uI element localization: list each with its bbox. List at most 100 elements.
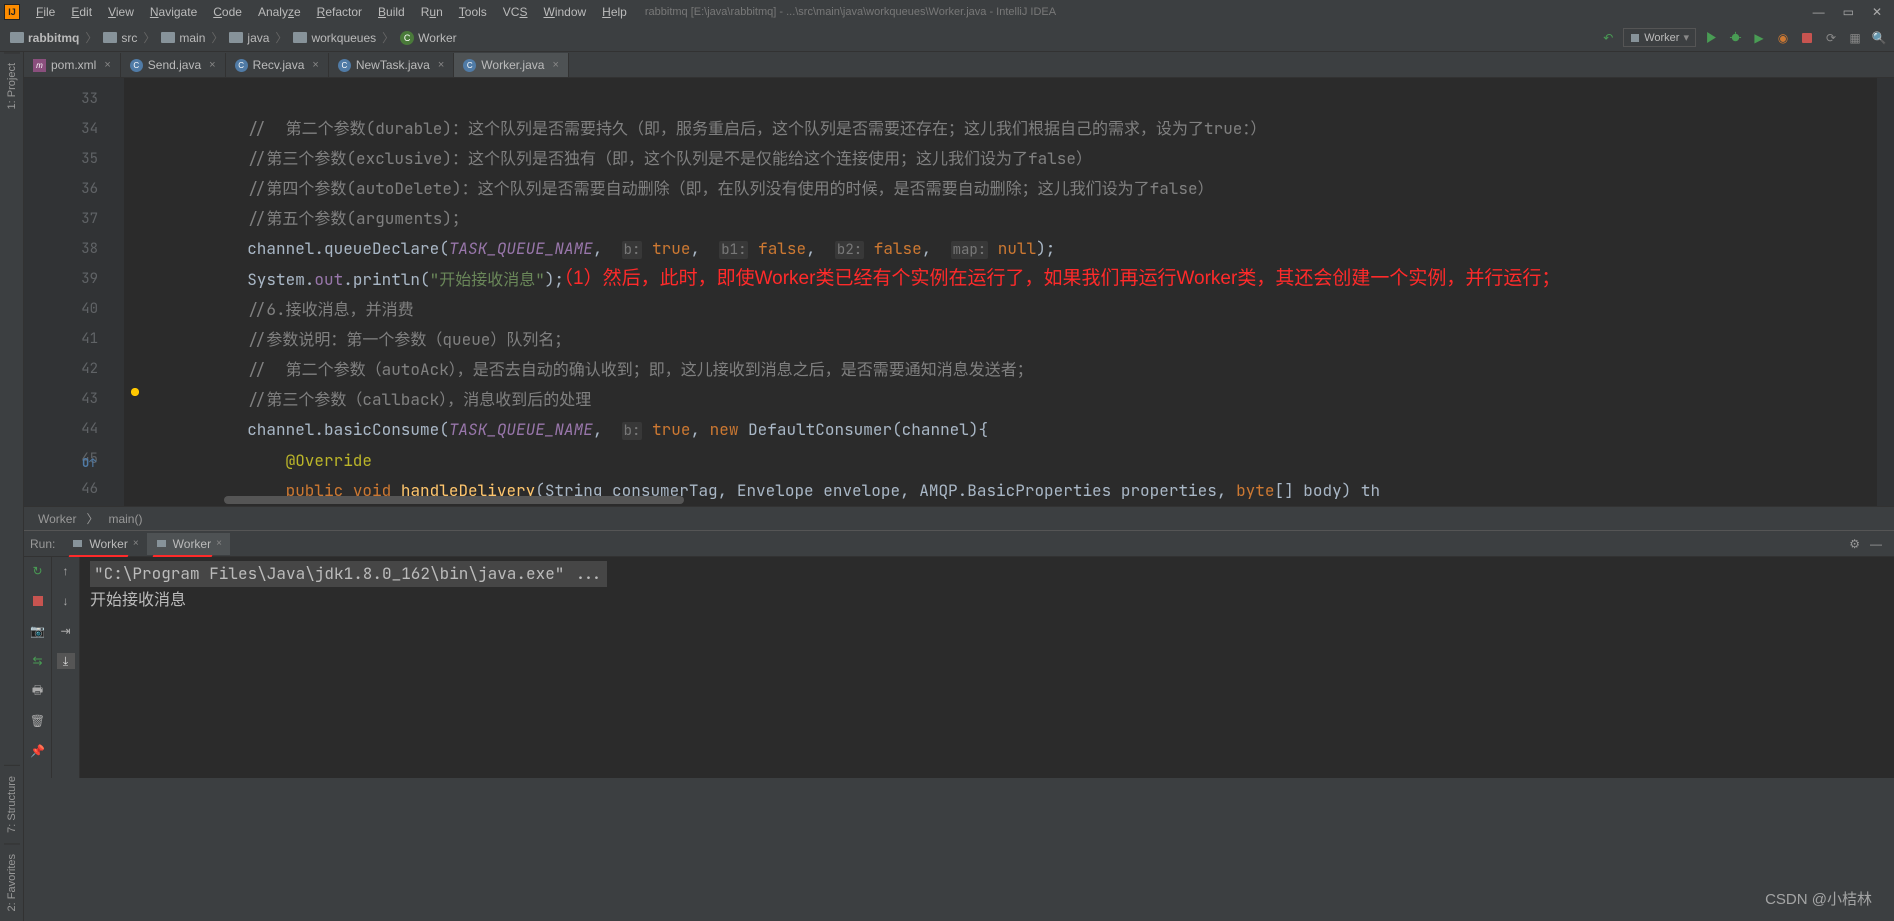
structure-breadcrumb: Worker 〉 main(): [24, 506, 1894, 530]
menu-window[interactable]: Window: [535, 2, 594, 22]
layout-button[interactable]: ▦: [1846, 29, 1864, 47]
run-tab-worker-1[interactable]: Worker ×: [63, 533, 146, 555]
menu-file[interactable]: File: [28, 2, 63, 22]
stop-button[interactable]: [30, 593, 46, 609]
toolbar-right: ↶ Worker ▾ ▶ ◉ ⟳ ▦ 🔍: [1599, 28, 1888, 47]
tab-label: Send.java: [148, 58, 201, 72]
watermark: CSDN @小桔林: [1765, 888, 1872, 909]
pin-icon[interactable]: 📌: [30, 743, 46, 759]
chevron-right-icon: 〉: [209, 29, 225, 46]
console-line: 开始接收消息: [90, 587, 1884, 613]
trash-icon[interactable]: 🗑: [30, 713, 46, 729]
tool-project[interactable]: 1: Project: [4, 52, 20, 119]
crumb-method-name[interactable]: main(): [108, 512, 142, 526]
run-button[interactable]: [1702, 29, 1720, 47]
crumb-class[interactable]: CWorker: [396, 31, 460, 45]
menu-analyze[interactable]: Analyze: [250, 2, 309, 22]
chevron-down-icon: ▾: [1683, 31, 1689, 44]
close-icon[interactable]: ×: [438, 59, 444, 71]
tab-newtask[interactable]: C NewTask.java ×: [329, 53, 454, 77]
profile-button[interactable]: ◉: [1774, 29, 1792, 47]
horizontal-scrollbar[interactable]: [224, 496, 684, 504]
close-icon[interactable]: ×: [312, 59, 318, 71]
console-command: "C:\Program Files\Java\jdk1.8.0_162\bin\…: [90, 561, 607, 587]
close-icon[interactable]: ×: [552, 59, 558, 71]
tab-label: Worker.java: [481, 58, 544, 72]
crumb-main[interactable]: main: [157, 31, 209, 45]
java-icon: C: [338, 59, 351, 72]
menu-tools[interactable]: Tools: [451, 2, 495, 22]
tool-structure[interactable]: 7: Structure: [4, 765, 20, 843]
stop-button[interactable]: [1798, 29, 1816, 47]
print-icon[interactable]: 🖶: [30, 683, 46, 699]
left-tool-strip: 1: Project 7: Structure 2: Favorites: [0, 52, 24, 921]
run-tab-label: Worker: [89, 537, 127, 551]
close-icon[interactable]: ×: [104, 59, 110, 71]
folder-icon: [103, 32, 117, 43]
editor-marker-bar[interactable]: [1876, 78, 1894, 506]
menu-vcs[interactable]: VCS: [495, 2, 536, 22]
scroll-icon[interactable]: ⤓: [57, 653, 75, 669]
java-icon: C: [463, 59, 476, 72]
close-icon[interactable]: ×: [216, 538, 222, 549]
crumb-src[interactable]: src: [99, 31, 141, 45]
crumb-package[interactable]: workqueues: [289, 31, 380, 45]
class-icon: C: [400, 31, 414, 45]
up-icon[interactable]: ↑: [58, 563, 74, 579]
editor[interactable]: 33 34 35 36 37 38 39 40 41 42 43 44 45 4…: [24, 78, 1894, 506]
crumb-project[interactable]: rabbitmq: [6, 31, 83, 45]
code-area[interactable]: // 第二个参数(durable)：这个队列是否需要持久（即，服务重启后，这个队…: [124, 78, 1876, 506]
tab-label: pom.xml: [51, 58, 96, 72]
folder-icon: [161, 32, 175, 43]
tab-pom[interactable]: m pom.xml ×: [24, 53, 121, 77]
debug-button[interactable]: [1726, 29, 1744, 47]
update-button[interactable]: ⟳: [1822, 29, 1840, 47]
menubar: IJ File Edit View Navigate Code Analyze …: [0, 0, 1894, 24]
camera-icon[interactable]: 📷: [30, 623, 46, 639]
layout-icon[interactable]: ⇆: [30, 653, 46, 669]
maven-icon: m: [33, 59, 46, 72]
crumb-class-name[interactable]: Worker: [38, 512, 76, 526]
tab-recv[interactable]: C Recv.java ×: [226, 53, 329, 77]
nav-breadcrumb-bar: rabbitmq 〉 src 〉 main 〉 java 〉 workqueue…: [0, 24, 1894, 52]
wrap-icon[interactable]: ⇥: [58, 623, 74, 639]
override-icon[interactable]: O↑: [82, 448, 96, 462]
run-config-label: Worker: [1644, 32, 1679, 44]
gear-icon[interactable]: ⚙: [1849, 537, 1860, 551]
menu-build[interactable]: Build: [370, 2, 413, 22]
tab-send[interactable]: C Send.java ×: [121, 53, 226, 77]
close-icon[interactable]: ×: [133, 538, 139, 549]
folder-icon: [229, 32, 243, 43]
annotation-overlay: （1）然后，此时，即使Worker类已经有个实例在运行了，如果我们再运行Work…: [554, 264, 1514, 293]
menu-refactor[interactable]: Refactor: [309, 2, 370, 22]
close-icon[interactable]: ✕: [1872, 5, 1882, 19]
menu-navigate[interactable]: Navigate: [142, 2, 205, 22]
minimize-icon[interactable]: —: [1813, 5, 1825, 19]
menu-code[interactable]: Code: [205, 2, 250, 22]
crumb-java[interactable]: java: [225, 31, 273, 45]
close-icon[interactable]: ×: [209, 59, 215, 71]
menu-run[interactable]: Run: [413, 2, 451, 22]
coverage-button[interactable]: ▶: [1750, 29, 1768, 47]
menu-view[interactable]: View: [100, 2, 142, 22]
java-icon: C: [235, 59, 248, 72]
run-label: Run:: [30, 537, 55, 551]
folder-icon: [293, 32, 307, 43]
chevron-right-icon: 〉: [86, 510, 98, 527]
run-side-toolbar: ↻ 📷 ⇆ 🖶 🗑 📌: [24, 557, 52, 778]
rerun-button[interactable]: ↻: [30, 563, 46, 579]
back-icon[interactable]: ↶: [1599, 29, 1617, 47]
search-icon[interactable]: 🔍: [1870, 29, 1888, 47]
run-config-selector[interactable]: Worker ▾: [1623, 28, 1696, 47]
down-icon[interactable]: ↓: [58, 593, 74, 609]
run-tab-worker-2[interactable]: Worker ×: [147, 533, 230, 555]
run-tabbar: Run: Worker × Worker × ⚙ —: [24, 531, 1894, 557]
minimize-panel-icon[interactable]: —: [1870, 537, 1882, 551]
console-output[interactable]: "C:\Program Files\Java\jdk1.8.0_162\bin\…: [80, 557, 1894, 778]
run-side-toolbar-2: ↑ ↓ ⇥ ⤓: [52, 557, 80, 778]
tool-favorites[interactable]: 2: Favorites: [4, 843, 20, 921]
maximize-icon[interactable]: ▭: [1843, 5, 1854, 19]
menu-edit[interactable]: Edit: [63, 2, 100, 22]
menu-help[interactable]: Help: [594, 2, 635, 22]
tab-worker[interactable]: C Worker.java ×: [454, 53, 569, 77]
